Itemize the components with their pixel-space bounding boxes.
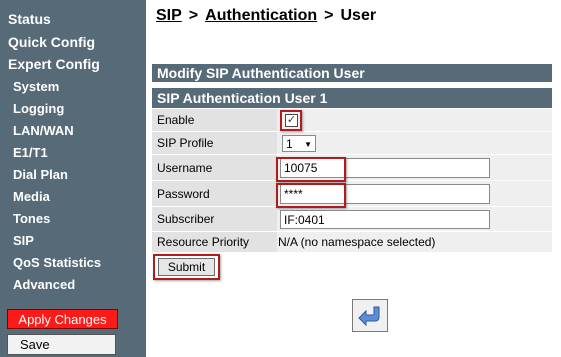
nav-expert-config[interactable]: Expert Config bbox=[8, 56, 100, 72]
nav-advanced[interactable]: Advanced bbox=[13, 277, 75, 292]
breadcrumb-sip-link[interactable]: SIP bbox=[156, 7, 182, 24]
save-label: Save bbox=[20, 337, 50, 352]
nav-system[interactable]: System bbox=[13, 79, 59, 94]
breadcrumb: SIP > Authentication > User bbox=[156, 7, 376, 25]
nav-qos-statistics[interactable]: QoS Statistics bbox=[13, 255, 101, 270]
submit-button[interactable]: Submit bbox=[158, 258, 215, 276]
nav-status[interactable]: Status bbox=[8, 11, 51, 27]
enable-cell bbox=[277, 109, 552, 131]
subscriber-label: Subscriber bbox=[157, 212, 215, 226]
sip-profile-select[interactable]: 1 ▼ bbox=[282, 135, 316, 152]
back-arrow-icon bbox=[358, 306, 380, 326]
nav-e1-t1[interactable]: E1/T1 bbox=[13, 145, 48, 160]
row-resource-priority: Resource Priority N/A (no namespace sele… bbox=[152, 232, 552, 252]
nav-quick-config[interactable]: Quick Config bbox=[8, 34, 95, 50]
row-enable: Enable bbox=[152, 109, 552, 131]
sidebar: Status Quick Config Expert Config System… bbox=[0, 0, 146, 357]
breadcrumb-current: User bbox=[340, 7, 377, 24]
breadcrumb-authentication-link[interactable]: Authentication bbox=[205, 7, 317, 24]
username-input[interactable]: 10075 bbox=[280, 158, 490, 178]
enable-label: Enable bbox=[157, 113, 195, 127]
password-input[interactable]: **** bbox=[280, 184, 490, 204]
nav-sip[interactable]: SIP bbox=[13, 233, 34, 248]
back-button[interactable] bbox=[352, 299, 388, 332]
nav-tones[interactable]: Tones bbox=[13, 211, 50, 226]
sip-profile-value: 1 bbox=[286, 136, 293, 151]
password-label: Password bbox=[157, 186, 210, 201]
form-subtitle: SIP Authentication User 1 bbox=[152, 88, 552, 108]
username-label: Username bbox=[157, 160, 213, 175]
nav-dial-plan[interactable]: Dial Plan bbox=[13, 167, 68, 182]
nav-media[interactable]: Media bbox=[13, 189, 50, 204]
save-button[interactable]: Save bbox=[7, 334, 116, 355]
row-sip-profile: SIP Profile bbox=[152, 132, 552, 154]
apply-changes-button[interactable]: Apply Changes bbox=[7, 309, 118, 329]
breadcrumb-separator: > bbox=[188, 7, 199, 24]
breadcrumb-separator: > bbox=[324, 7, 334, 24]
nav-logging[interactable]: Logging bbox=[13, 101, 64, 116]
sip-profile-label: SIP Profile bbox=[157, 136, 214, 150]
nav-lan-wan[interactable]: LAN/WAN bbox=[13, 123, 74, 138]
resource-priority-cell: N/A (no namespace selected) bbox=[277, 232, 552, 252]
resource-priority-label: Resource Priority bbox=[157, 235, 250, 249]
resource-priority-value: N/A (no namespace selected) bbox=[278, 235, 436, 249]
form-title: Modify SIP Authentication User bbox=[152, 64, 552, 82]
subscriber-input[interactable]: IF:0401 bbox=[280, 210, 490, 229]
chevron-down-icon: ▼ bbox=[304, 140, 312, 149]
enable-checkbox[interactable]: ✓ bbox=[285, 114, 298, 127]
sip-profile-cell bbox=[277, 132, 552, 154]
